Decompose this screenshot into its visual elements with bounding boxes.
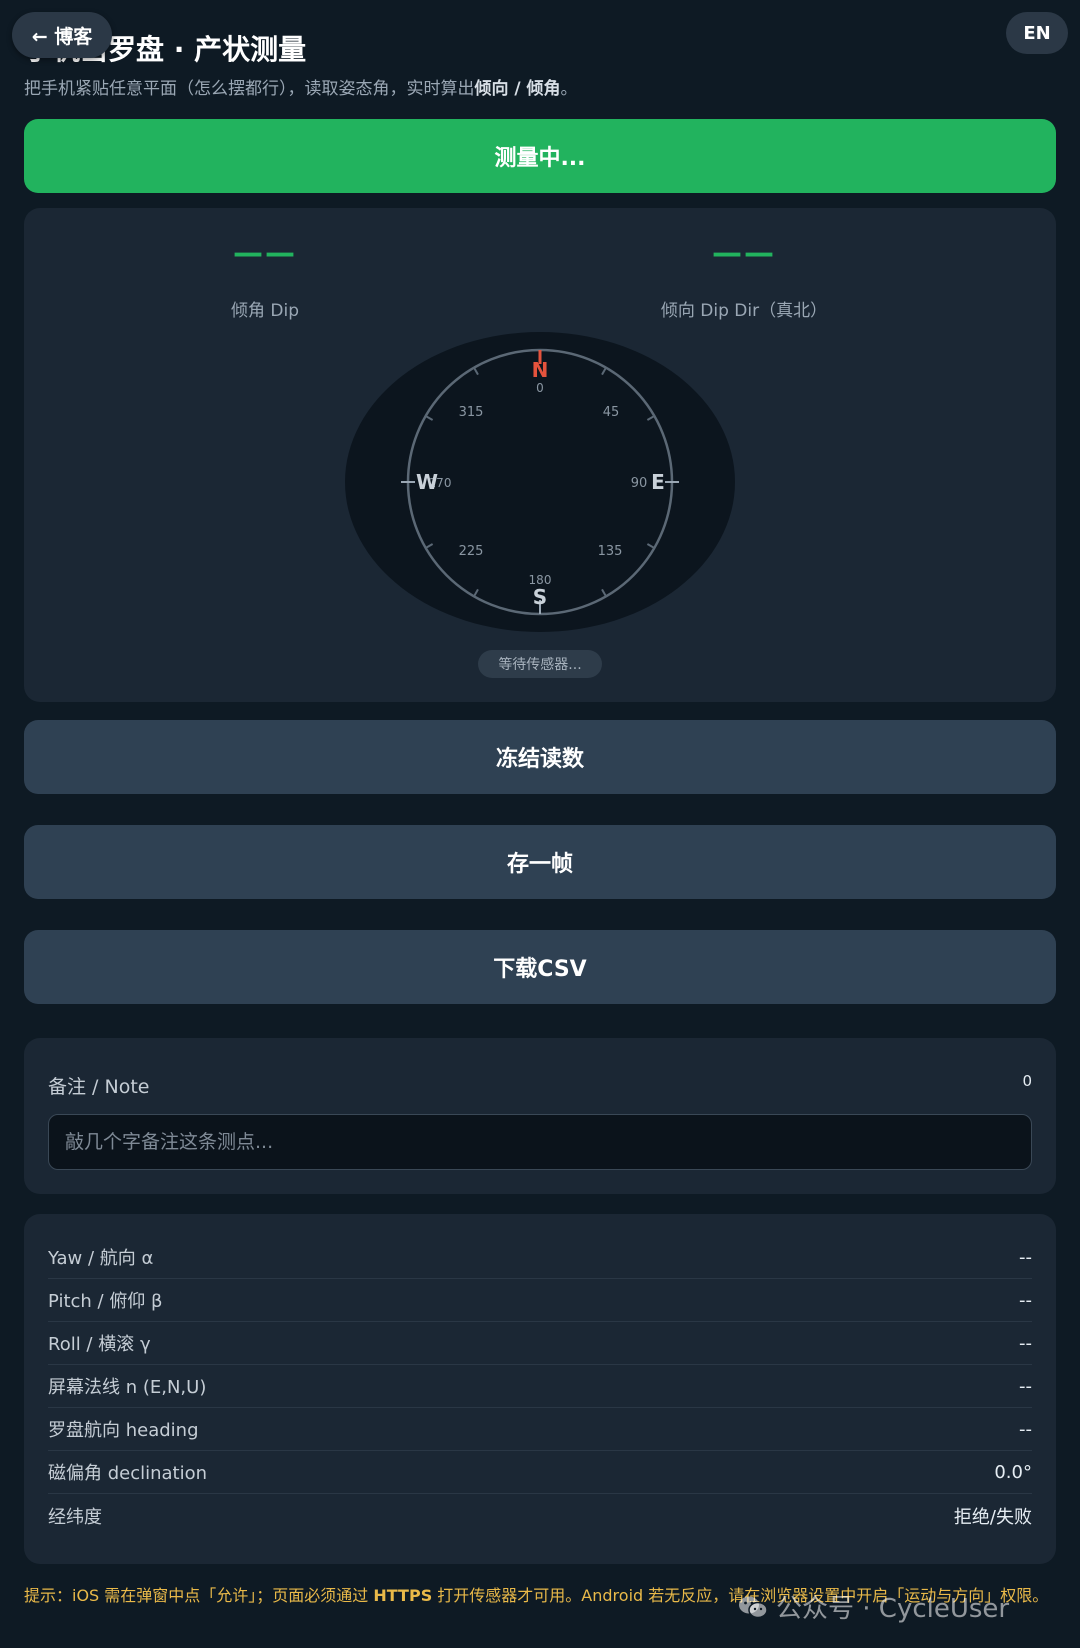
reading-value: 0.0° [994, 1461, 1032, 1483]
reading-row-heading: 罗盘航向 heading -- [48, 1408, 1032, 1451]
south-letter: S [533, 585, 547, 609]
deg-45: 45 [603, 405, 620, 420]
reading-row-pitch: Pitch / 俯仰 β -- [48, 1279, 1032, 1322]
dip-value: —— [233, 236, 297, 271]
measure-button[interactable]: 测量中... [24, 119, 1056, 193]
back-to-blog-button[interactable]: ← 博客 [12, 12, 112, 58]
dip-readout: —— 倾角 Dip [115, 236, 415, 321]
note-panel: 备注 / Note 0 [24, 1038, 1056, 1194]
sensor-status-badge: 等待传感器... [478, 650, 602, 678]
freeze-readings-button[interactable]: 冻结读数 [24, 720, 1056, 794]
dip-direction-value: —— [712, 236, 776, 271]
reading-row-normal: 屏幕法线 n (E,N,U) -- [48, 1365, 1032, 1408]
dip-label: 倾角 Dip [230, 301, 299, 321]
compass-svg: N 0 45 90 E 135 180 S 225 270 W 315 [345, 332, 735, 632]
reading-value: -- [1019, 1418, 1032, 1440]
dip-direction-readout: —— 倾向 Dip Dir（真北） [594, 236, 894, 321]
note-label: 备注 / Note [48, 1076, 150, 1098]
deg-225: 225 [459, 544, 484, 559]
reading-key: Pitch / 俯仰 β [48, 1291, 163, 1312]
deg-135: 135 [598, 544, 623, 559]
deg-0: 0 [536, 381, 544, 395]
language-toggle-button[interactable]: EN [1006, 12, 1068, 54]
reading-key: Yaw / 航向 α [48, 1248, 154, 1269]
reading-value: 拒绝/失败 [953, 1506, 1032, 1528]
deg-315: 315 [459, 405, 484, 420]
reading-row-declination: 磁偏角 declination 0.0° [48, 1451, 1032, 1494]
reading-row-location: 经纬度 拒绝/失败 [48, 1494, 1032, 1537]
save-frame-button[interactable]: 存一帧 [24, 825, 1056, 899]
reading-key: Roll / 横滚 γ [48, 1334, 151, 1355]
reading-key: 罗盘航向 heading [48, 1420, 199, 1441]
reading-value: -- [1019, 1375, 1032, 1397]
readings-panel: Yaw / 航向 α -- Pitch / 俯仰 β -- Roll / 横滚 … [24, 1214, 1056, 1564]
deg-90: 90 [631, 476, 648, 491]
north-letter: N [532, 358, 549, 382]
note-char-count: 0 [1022, 1072, 1032, 1090]
reading-value: -- [1019, 1246, 1032, 1268]
note-input[interactable] [48, 1114, 1032, 1170]
wechat-icon [739, 1596, 768, 1618]
download-csv-button[interactable]: 下载CSV [24, 930, 1056, 1004]
compass-dial: N 0 45 90 E 135 180 S 225 270 W 315 [345, 332, 735, 632]
watermark: 公众号 · CycleUser [738, 1588, 1009, 1625]
east-letter: E [651, 470, 665, 494]
reading-row-yaw: Yaw / 航向 α -- [48, 1236, 1032, 1279]
reading-value: -- [1019, 1289, 1032, 1311]
page-subtitle: 把手机紧贴任意平面（怎么摆都行），读取姿态角，实时算出倾向 / 倾角。 [24, 79, 578, 99]
reading-value: -- [1019, 1332, 1032, 1354]
reading-key: 经纬度 [48, 1506, 102, 1528]
reading-row-roll: Roll / 横滚 γ -- [48, 1322, 1032, 1365]
reading-key: 屏幕法线 n (E,N,U) [48, 1377, 207, 1398]
reading-key: 磁偏角 declination [48, 1463, 208, 1484]
watermark-text: 公众号 · CycleUser [776, 1594, 1010, 1624]
west-letter: W [416, 470, 438, 494]
dip-direction-label: 倾向 Dip Dir（真北） [660, 301, 828, 321]
